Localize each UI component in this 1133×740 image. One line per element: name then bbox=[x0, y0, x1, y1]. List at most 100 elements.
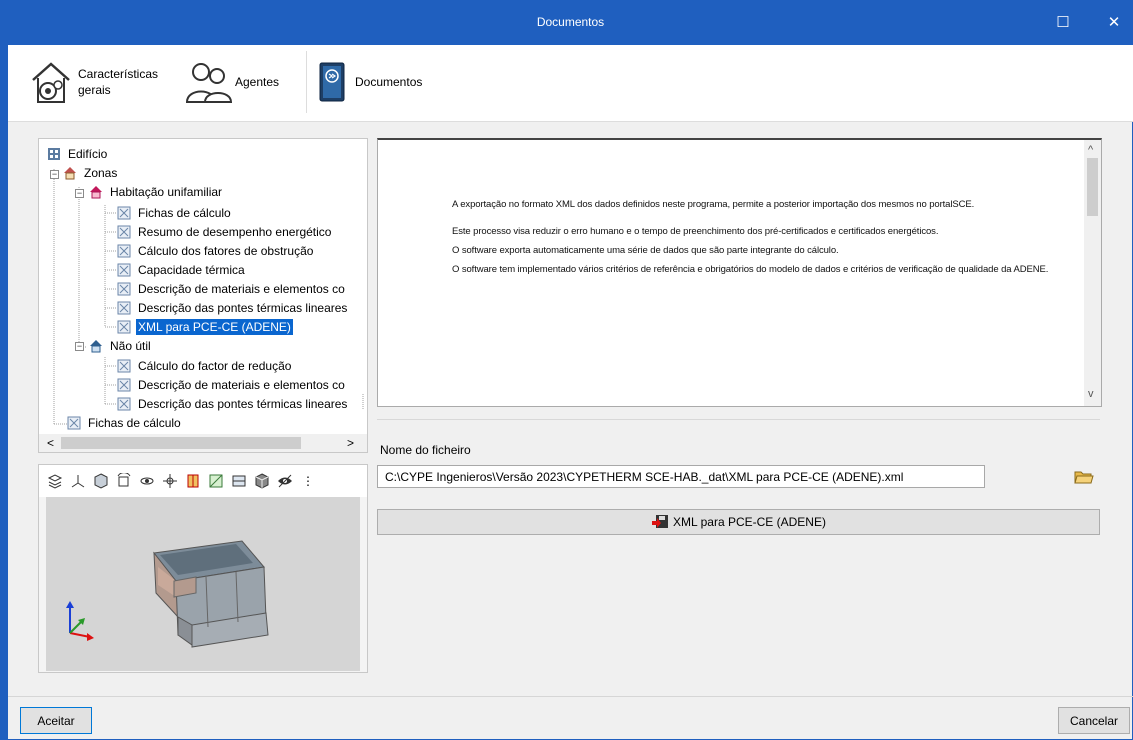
grid-icon[interactable] bbox=[206, 471, 226, 491]
expander-zonas[interactable]: − bbox=[50, 170, 59, 179]
title-bar[interactable]: Documentos ☐ ✕ bbox=[8, 1, 1133, 45]
toolbar-agentes-label: Agentes bbox=[235, 75, 280, 89]
tree-node-label: Fichas de cálculo bbox=[88, 416, 181, 430]
scroll-up-arrow[interactable]: ^ bbox=[1088, 144, 1093, 156]
description-paragraph-2: Este processo visa reduzir o erro humano… bbox=[452, 226, 939, 237]
eye-icon[interactable] bbox=[275, 471, 295, 491]
viewer-toolbar: ⋮ bbox=[39, 465, 367, 497]
tree-node-label: XML para PCE-CE (ADENE) bbox=[136, 319, 293, 335]
toolbar-caracteristicas-label2: gerais bbox=[78, 83, 111, 97]
tree-node-doc[interactable]: Fichas de cálculo bbox=[67, 414, 183, 432]
toolbar-agentes-button[interactable]: Agentes bbox=[183, 51, 279, 113]
document-icon bbox=[67, 416, 81, 430]
tree-node-doc[interactable]: Descrição de materiais e elementos co bbox=[117, 376, 347, 394]
scroll-right-arrow[interactable]: > bbox=[347, 436, 354, 450]
house-gear-icon bbox=[32, 62, 70, 103]
document-icon bbox=[117, 320, 131, 334]
scroll-left-arrow[interactable]: < bbox=[47, 436, 54, 450]
tree-node-doc[interactable]: Resumo de desempenho energético bbox=[117, 223, 333, 241]
tree-node-label: Cálculo do factor de redução bbox=[138, 359, 292, 373]
tree-node-label: Descrição das pontes térmicas lineares bbox=[138, 397, 348, 411]
tree-node-doc[interactable]: Descrição de materiais e elementos co bbox=[117, 280, 347, 298]
tree-node-doc[interactable]: Fichas de cálculo bbox=[117, 204, 233, 222]
document-icon bbox=[117, 263, 131, 277]
tree-node-doc[interactable]: Capacidade térmica bbox=[117, 261, 247, 279]
tree-scroll-thumb[interactable] bbox=[61, 437, 301, 449]
tree-node-label: Fichas de cálculo bbox=[138, 206, 231, 220]
tree-node-label: Edifício bbox=[68, 147, 108, 161]
description-paragraph-1: A exportação no formato XML dos dados de… bbox=[452, 199, 975, 210]
more-tools-button[interactable]: ⋮ bbox=[298, 471, 318, 491]
axis-gizmo-icon bbox=[66, 601, 94, 641]
expander-habitacao[interactable]: − bbox=[75, 189, 84, 198]
maximize-button[interactable]: ☐ bbox=[1045, 9, 1081, 37]
tree-node-label: Descrição de materiais e elementos co bbox=[138, 282, 345, 296]
document-icon bbox=[117, 397, 131, 411]
tree-node-label: Descrição das pontes térmicas lineares bbox=[138, 301, 348, 315]
3d-scene[interactable] bbox=[46, 497, 360, 671]
document-icon bbox=[117, 359, 131, 373]
book-icon bbox=[319, 62, 345, 102]
tree-node-doc[interactable]: Descrição das pontes térmicas lineares bbox=[117, 299, 349, 317]
tree-node-doc[interactable]: Descrição das pontes térmicas lineares bbox=[117, 395, 349, 413]
orbit-icon[interactable] bbox=[137, 471, 157, 491]
description-panel: A exportação no formato XML dos dados de… bbox=[377, 138, 1102, 407]
house-icon bbox=[64, 167, 76, 180]
scroll-down-arrow[interactable]: v bbox=[1088, 388, 1094, 400]
layers-icon[interactable] bbox=[45, 471, 65, 491]
tree-node-xml-selected[interactable]: XML para PCE-CE (ADENE) bbox=[117, 318, 293, 336]
building-icon bbox=[48, 148, 60, 160]
browse-folder-button[interactable] bbox=[1074, 467, 1094, 487]
window-title: Documentos bbox=[536, 15, 605, 29]
document-tree[interactable]: − − − Edifício Zonas Habitação unifamili… bbox=[38, 138, 368, 453]
rotate-icon[interactable] bbox=[114, 471, 134, 491]
tree-node-label: Habitação unifamiliar bbox=[110, 185, 223, 199]
cube-icon[interactable] bbox=[91, 471, 111, 491]
accept-button[interactable]: Aceitar bbox=[20, 707, 92, 734]
toolbar-documentos-button[interactable]: Documentos bbox=[306, 51, 422, 113]
tree-node-label: Não útil bbox=[110, 339, 151, 353]
toolbar-documentos-label: Documentos bbox=[355, 75, 423, 89]
tree-node-label: Capacidade térmica bbox=[138, 263, 245, 277]
document-icon bbox=[117, 378, 131, 392]
export-xml-button[interactable]: XML para PCE-CE (ADENE) bbox=[377, 509, 1100, 535]
tree-node-label: Resumo de desempenho energético bbox=[138, 225, 332, 239]
dialog-window: Documentos ☐ ✕ Características gerais Ag… bbox=[0, 0, 1133, 740]
cancel-button[interactable]: Cancelar bbox=[1058, 707, 1130, 734]
close-button[interactable]: ✕ bbox=[1096, 9, 1132, 37]
document-icon bbox=[117, 301, 131, 315]
toolbar-caracteristicas-label1: Características bbox=[78, 67, 159, 81]
tree-node-edificio[interactable]: Edifício bbox=[47, 145, 109, 163]
section-icon[interactable] bbox=[183, 471, 203, 491]
footer-divider bbox=[8, 696, 1133, 697]
tree-node-doc[interactable]: Cálculo do factor de redução bbox=[117, 357, 293, 375]
tree-node-nao-util[interactable]: Não útil bbox=[89, 337, 153, 355]
plan-icon[interactable] bbox=[229, 471, 249, 491]
expander-nao-util[interactable]: − bbox=[75, 342, 84, 351]
document-icon bbox=[117, 225, 131, 239]
file-name-label: Nome do ficheiro bbox=[380, 443, 471, 457]
description-scroll-thumb[interactable] bbox=[1087, 158, 1098, 216]
file-name-input[interactable] bbox=[377, 465, 985, 488]
tree-horizontal-scrollbar[interactable]: < > bbox=[39, 434, 367, 452]
house-pink-icon bbox=[90, 186, 102, 199]
toolbar: Características gerais Agentes Documento… bbox=[8, 45, 1133, 122]
tree-node-label: Descrição de materiais e elementos co bbox=[138, 378, 345, 392]
tree-node-doc[interactable]: Cálculo dos fatores de obstrução bbox=[117, 242, 315, 260]
description-paragraph-3: O software exporta automaticamente uma s… bbox=[452, 245, 839, 256]
export-xml-label: XML para PCE-CE (ADENE) bbox=[673, 515, 826, 529]
folder-open-icon bbox=[1074, 471, 1094, 484]
people-icon bbox=[185, 63, 233, 103]
axes-icon[interactable] bbox=[68, 471, 88, 491]
pan-icon[interactable] bbox=[160, 471, 180, 491]
box-icon[interactable] bbox=[252, 471, 272, 491]
tree-node-zonas[interactable]: Zonas bbox=[63, 164, 119, 182]
tree-node-habitacao[interactable]: Habitação unifamiliar bbox=[89, 183, 224, 201]
document-icon bbox=[117, 206, 131, 220]
export-disk-icon bbox=[652, 515, 669, 528]
house-blue-icon bbox=[90, 340, 102, 353]
toolbar-caracteristicas-button[interactable]: Características gerais bbox=[28, 51, 158, 113]
description-vertical-scrollbar[interactable]: ^ v bbox=[1084, 140, 1101, 406]
3d-viewer[interactable]: ⋮ bbox=[38, 464, 368, 673]
document-icon bbox=[117, 244, 131, 258]
